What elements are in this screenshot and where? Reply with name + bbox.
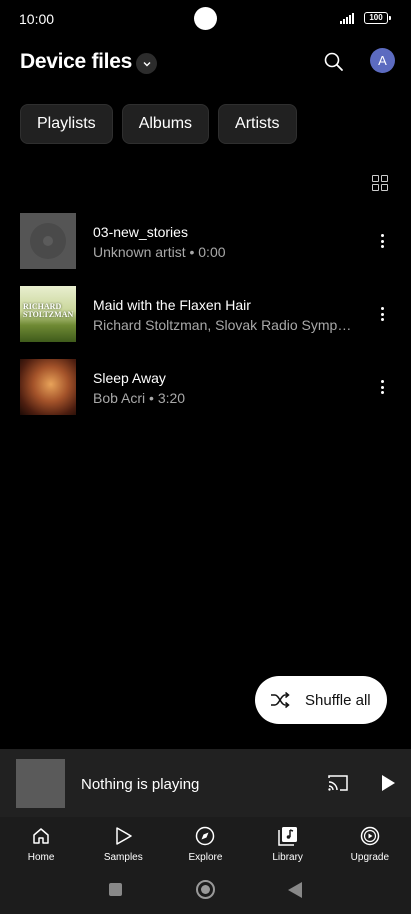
- chevron-down-icon[interactable]: [136, 53, 157, 74]
- nav-samples[interactable]: Samples: [82, 817, 164, 873]
- song-subtitle: Bob Acri • 3:20: [93, 390, 186, 406]
- samples-icon: [116, 827, 133, 845]
- nav-label: Upgrade: [350, 852, 390, 863]
- grid-view-icon[interactable]: [372, 175, 388, 191]
- shuffle-label: Shuffle all: [305, 691, 371, 709]
- nav-upgrade[interactable]: Upgrade: [329, 817, 411, 873]
- more-options-icon[interactable]: [372, 231, 392, 251]
- page-title: Device files: [20, 50, 132, 73]
- song-list: 03-new_stories Unknown artist • 0:00 RIC…: [0, 213, 411, 432]
- status-time: 10:00: [19, 11, 55, 27]
- song-title: Maid with the Flaxen Hair: [93, 297, 251, 313]
- shuffle-all-button[interactable]: Shuffle all: [255, 676, 387, 724]
- shuffle-icon: [271, 691, 290, 709]
- chip-artists[interactable]: Artists: [218, 104, 297, 144]
- nav-library[interactable]: Library: [247, 817, 329, 873]
- more-options-icon[interactable]: [372, 304, 392, 324]
- mini-player-title: Nothing is playing: [81, 776, 200, 793]
- play-icon[interactable]: [378, 772, 398, 794]
- bottom-nav: Home Samples Explore Library Upgrade: [0, 817, 411, 873]
- signal-icon: [340, 13, 354, 24]
- nav-label: Home: [27, 852, 55, 863]
- nav-label: Library: [272, 852, 303, 863]
- filter-chips: Playlists Albums Artists: [20, 104, 297, 144]
- compass-icon: [196, 826, 215, 846]
- chip-playlists[interactable]: Playlists: [20, 104, 113, 144]
- song-title: Sleep Away: [93, 370, 166, 386]
- list-item[interactable]: Sleep Away Bob Acri • 3:20: [0, 359, 411, 432]
- list-item[interactable]: RICHARD STOLTZMAN Maid with the Flaxen Ha…: [0, 286, 411, 359]
- nav-home[interactable]: Home: [0, 817, 82, 873]
- album-cover-art: [20, 359, 76, 415]
- default-disc-art: [20, 213, 76, 269]
- recents-button[interactable]: [109, 883, 122, 896]
- back-button[interactable]: [288, 882, 302, 898]
- avatar[interactable]: A: [370, 48, 395, 73]
- nav-label: Explore: [188, 852, 223, 863]
- chip-albums[interactable]: Albums: [121, 104, 210, 144]
- upgrade-icon: [360, 826, 380, 846]
- song-title: 03-new_stories: [93, 224, 188, 240]
- song-subtitle: Richard Stoltzman, Slovak Radio Symph…: [93, 317, 358, 333]
- system-nav-bar: [0, 873, 411, 914]
- more-options-icon[interactable]: [372, 377, 392, 397]
- system-home-button[interactable]: [196, 880, 215, 899]
- nav-label: Samples: [103, 852, 143, 863]
- search-icon[interactable]: [320, 48, 348, 76]
- home-icon: [33, 828, 49, 844]
- battery-icon: 100: [364, 12, 391, 24]
- mini-player-art: [16, 759, 65, 808]
- camera-cutout: [194, 7, 217, 30]
- status-bar: 10:00 100: [0, 0, 411, 38]
- cast-icon[interactable]: [327, 772, 349, 794]
- app-header: Device files A: [0, 44, 411, 82]
- nav-explore[interactable]: Explore: [164, 817, 246, 873]
- mini-player[interactable]: Nothing is playing: [0, 749, 411, 817]
- list-item[interactable]: 03-new_stories Unknown artist • 0:00: [0, 213, 411, 286]
- library-icon: [277, 827, 297, 846]
- album-cover-art: RICHARD STOLTZMAN: [20, 286, 76, 342]
- song-subtitle: Unknown artist • 0:00: [93, 244, 226, 260]
